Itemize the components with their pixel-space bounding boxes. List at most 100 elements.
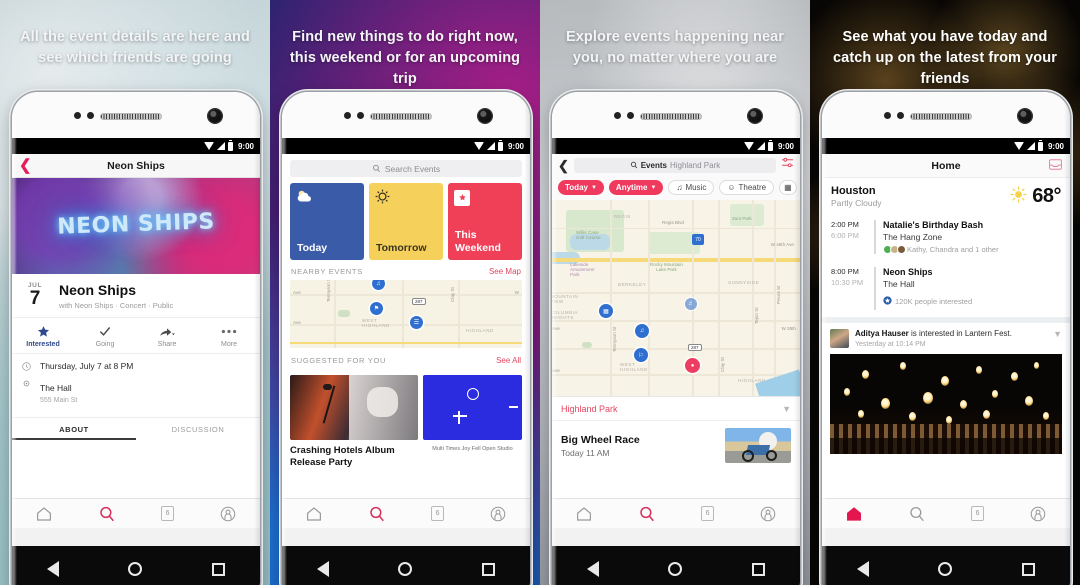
weather-cloud-icon bbox=[297, 190, 311, 202]
back-triangle-icon[interactable] bbox=[316, 561, 329, 577]
chevron-down-icon[interactable]: ▼ bbox=[782, 404, 791, 414]
event-date-block: JUL 7 bbox=[21, 282, 49, 308]
phone-top-bezel bbox=[12, 92, 260, 138]
back-triangle-icon[interactable] bbox=[586, 561, 599, 577]
search-prefix: Events bbox=[640, 160, 667, 170]
chevron-down-icon: ▼ bbox=[590, 184, 597, 191]
suggested-card-1-title: Crashing Hotels Album Release Party bbox=[290, 445, 395, 468]
tab-about[interactable]: ABOUT bbox=[12, 418, 136, 440]
see-map-link[interactable]: See Map bbox=[489, 267, 521, 276]
android-nav-bar bbox=[12, 546, 260, 585]
going-button[interactable]: Going bbox=[74, 324, 136, 348]
home-icon[interactable] bbox=[305, 505, 323, 523]
tile-this-weekend[interactable]: This Weekend bbox=[448, 183, 522, 260]
tab-discussion[interactable]: DISCUSSION bbox=[136, 418, 260, 440]
back-triangle-icon[interactable] bbox=[856, 561, 869, 577]
route-shield-287: 287 bbox=[412, 298, 426, 305]
event-venue: The Hall bbox=[40, 383, 72, 394]
calendar-badge-icon[interactable]: 6 bbox=[701, 506, 715, 521]
search-icon bbox=[372, 164, 380, 173]
events-map[interactable]: REGIS Regis Blvd Zuni Park W 46th Ave Ro… bbox=[552, 200, 800, 396]
recents-square-icon[interactable] bbox=[752, 562, 766, 576]
see-all-link[interactable]: See All bbox=[496, 356, 521, 365]
filter-sliders-icon[interactable] bbox=[781, 156, 794, 174]
more-button[interactable]: More bbox=[198, 324, 260, 348]
page-title: Neon Ships bbox=[107, 159, 165, 172]
back-triangle-icon[interactable] bbox=[46, 561, 59, 577]
nearby-map[interactable]: Ave Ave W Tennyson St Clay St WEST HIGHLA… bbox=[290, 280, 522, 348]
front-camera-icon bbox=[208, 109, 222, 123]
event-detail-card: JUL 7 Neon Ships with Neon Ships · Conce… bbox=[12, 274, 260, 441]
back-chevron-icon[interactable]: ❮ bbox=[19, 158, 32, 173]
person-icon[interactable] bbox=[1029, 505, 1047, 523]
map-pin-selected: ● bbox=[685, 358, 700, 373]
front-camera-icon bbox=[748, 109, 762, 123]
check-icon bbox=[74, 324, 136, 338]
calendar-badge-icon[interactable]: 6 bbox=[161, 506, 175, 521]
search-icon[interactable] bbox=[638, 505, 656, 523]
calendar-badge-icon[interactable]: 6 bbox=[971, 506, 985, 521]
person-icon[interactable] bbox=[489, 505, 507, 523]
search-input[interactable]: Events Highland Park bbox=[573, 157, 776, 173]
share-button[interactable]: Share bbox=[136, 324, 198, 348]
post-header: Aditya Hauser is interested in Lantern F… bbox=[830, 329, 1062, 348]
suggested-card-1[interactable]: Crashing Hotels Album Release Party bbox=[290, 375, 418, 468]
interested-button[interactable]: Interested bbox=[12, 324, 74, 348]
route-shield-287: 287 bbox=[688, 344, 702, 351]
home-circle-icon[interactable] bbox=[668, 562, 683, 576]
back-chevron-icon[interactable]: ❮ bbox=[558, 159, 569, 172]
quick-filter-tiles: Today Tomorrow This Weekend bbox=[282, 183, 530, 267]
home-icon[interactable] bbox=[35, 505, 53, 523]
calendar-badge-icon[interactable]: 6 bbox=[431, 506, 445, 521]
chip-music[interactable]: ♫ Music bbox=[668, 180, 715, 195]
inbox-icon[interactable] bbox=[1049, 157, 1062, 175]
recents-square-icon[interactable] bbox=[1022, 562, 1036, 576]
schedule-item[interactable]: 2:00 PM 6:00 PM Natalie's Birthday Bash … bbox=[822, 214, 1070, 261]
battery-icon bbox=[497, 139, 503, 151]
route-shield-70: 70 bbox=[692, 234, 704, 245]
schedule-item[interactable]: 8:00 PM 10:30 PM Neon Ships The Hall 120… bbox=[822, 261, 1070, 317]
post-image[interactable] bbox=[830, 354, 1062, 454]
chip-anytime[interactable]: Anytime ▼ bbox=[608, 180, 664, 195]
status-time: 9:00 bbox=[507, 141, 524, 151]
location-header[interactable]: Highland Park ▼ bbox=[552, 396, 800, 420]
person-icon[interactable] bbox=[759, 505, 777, 523]
home-circle-icon[interactable] bbox=[128, 562, 143, 576]
status-bar: 9:00 bbox=[822, 138, 1070, 154]
recents-square-icon[interactable] bbox=[212, 562, 226, 576]
recents-square-icon[interactable] bbox=[482, 562, 496, 576]
chip-theatre[interactable]: ☺ Theatre bbox=[719, 180, 775, 195]
person-icon[interactable] bbox=[219, 505, 237, 523]
event-meta: with Neon Ships · Concert · Public bbox=[59, 301, 174, 311]
home-icon[interactable] bbox=[575, 505, 593, 523]
chevron-down-icon[interactable]: ▼ bbox=[1053, 329, 1062, 339]
schedule-end-time: 10:30 PM bbox=[831, 278, 864, 287]
tile-tomorrow[interactable]: Tomorrow bbox=[369, 183, 443, 260]
suggested-card-2-caption: Multi Times Joy Fell Open Studio bbox=[432, 446, 513, 452]
android-nav-bar bbox=[552, 546, 800, 585]
search-icon[interactable] bbox=[98, 505, 116, 523]
home-circle-icon[interactable] bbox=[938, 562, 953, 576]
tile-today[interactable]: Today bbox=[290, 183, 364, 260]
home-icon[interactable] bbox=[845, 505, 863, 523]
home-circle-icon[interactable] bbox=[398, 562, 413, 576]
chip-more[interactable]: ▦ bbox=[779, 180, 797, 195]
suggested-card-2[interactable]: Multi Times Joy Fell Open Studio bbox=[423, 375, 522, 468]
search-input[interactable]: Search Events bbox=[290, 160, 522, 177]
search-icon[interactable] bbox=[908, 505, 926, 523]
suggested-cards: Crashing Hotels Album Release Party Mult… bbox=[282, 369, 530, 468]
panel-3: Explore events happening near you, no ma… bbox=[540, 0, 810, 585]
search-icon[interactable] bbox=[368, 505, 386, 523]
event-name: Neon Ships bbox=[59, 282, 137, 298]
earpiece-speaker-icon bbox=[370, 113, 432, 120]
avatar[interactable] bbox=[830, 329, 849, 348]
android-nav-bar bbox=[822, 546, 1070, 585]
chip-today[interactable]: Today ▼ bbox=[558, 180, 604, 195]
phone-top-bezel bbox=[552, 92, 800, 138]
event-list-item[interactable]: Big Wheel Race Today 11 AM bbox=[552, 420, 800, 471]
suggested-card-2-image bbox=[423, 375, 522, 440]
phone-1-screen: 9:00 ❮ Neon Ships NEON SHIPS JUL 7 Neon … bbox=[12, 138, 260, 528]
post-actor[interactable]: Aditya Hauser bbox=[855, 329, 909, 338]
event-when: Thursday, July 7 at 8 PM bbox=[40, 361, 134, 372]
panel-4-headline: See what you have today and catch up on … bbox=[833, 29, 1057, 87]
